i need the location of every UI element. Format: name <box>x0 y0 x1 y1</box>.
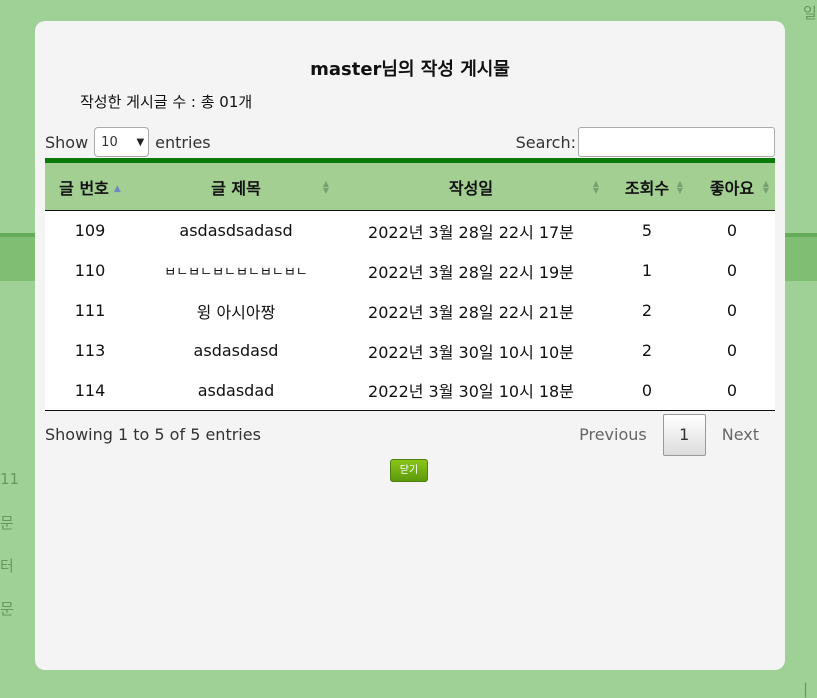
cell-date: 2022년 3월 30일 10시 10분 <box>337 330 605 371</box>
cell-number: 110 <box>45 250 135 291</box>
entries-per-page-value: 10 <box>101 134 118 150</box>
cell-views: 1 <box>605 250 689 291</box>
cell-views: 2 <box>605 330 689 371</box>
cell-date: 2022년 3월 28일 22시 21분 <box>337 290 605 331</box>
column-header-date[interactable]: 작성일 ▲ ▼ <box>337 158 605 211</box>
column-header-likes[interactable]: 좋아요 ▲ ▼ <box>689 158 775 211</box>
posts-modal: master님의 작성 게시물 작성한 게시글 수 : 총 01개 Show 1… <box>35 21 785 670</box>
cell-title: asdasdad <box>135 370 337 411</box>
sort-both-icon: ▲ ▼ <box>322 178 329 195</box>
search-label: Search: <box>515 132 576 152</box>
length-control: Show 10 ▼ entries <box>45 127 211 157</box>
search-input[interactable] <box>578 127 775 157</box>
column-header-views[interactable]: 조회수 ▲ ▼ <box>605 158 689 211</box>
cell-number: 113 <box>45 330 135 371</box>
show-label: Show <box>45 132 89 152</box>
search-control: Search: <box>516 127 775 157</box>
pagination: Previous 1 Next <box>563 414 775 456</box>
cell-likes: 0 <box>689 210 775 251</box>
chevron-down-icon: ▼ <box>136 136 145 148</box>
cell-title: asdasdsadasd <box>135 210 337 251</box>
sort-asc-icon: ▲ <box>113 183 121 194</box>
entries-label: entries <box>155 132 211 152</box>
cell-date: 2022년 3월 30일 10시 18분 <box>337 370 605 411</box>
cell-likes: 0 <box>689 330 775 371</box>
cell-date: 2022년 3월 28일 22시 19분 <box>337 250 605 291</box>
sort-both-icon: ▲ ▼ <box>592 178 599 195</box>
cell-title: 윙 아시아짱 <box>135 290 337 331</box>
sort-both-icon: ▲ ▼ <box>762 178 769 195</box>
modal-title: master님의 작성 게시물 <box>310 59 510 80</box>
column-header-number[interactable]: 글 번호 ▲ <box>45 158 135 211</box>
cell-title: asdasdasd <box>135 330 337 371</box>
cell-likes: 0 <box>689 370 775 411</box>
post-count: 작성한 게시글 수 : 총 01개 <box>80 93 253 111</box>
cell-number: 114 <box>45 370 135 411</box>
cell-likes: 0 <box>689 290 775 331</box>
table-row[interactable]: 114 asdasdad 2022년 3월 30일 10시 18분 0 0 <box>45 370 775 411</box>
page-button-current[interactable]: 1 <box>662 414 706 456</box>
table-row[interactable]: 111 윙 아시아짱 2022년 3월 28일 22시 21분 2 0 <box>45 290 775 331</box>
table-row[interactable]: 109 asdasdsadasd 2022년 3월 28일 22시 17분 5 … <box>45 210 775 251</box>
cell-likes: 0 <box>689 250 775 291</box>
cell-views: 5 <box>605 210 689 251</box>
table-row[interactable]: 113 asdasdasd 2022년 3월 30일 10시 10분 2 0 <box>45 330 775 371</box>
next-page-button[interactable]: Next <box>706 414 775 456</box>
column-header-title[interactable]: 글 제목 ▲ ▼ <box>135 158 337 211</box>
table-info: Showing 1 to 5 of 5 entries <box>45 425 261 444</box>
cell-number: 111 <box>45 290 135 331</box>
table-row[interactable]: 110 ㅂㄴㅂㄴㅂㄴㅂㄴㅂㄴㅂㄴ 2022년 3월 28일 22시 19분 1 … <box>45 250 775 291</box>
close-button[interactable]: 닫기 <box>390 459 428 482</box>
cell-number: 109 <box>45 210 135 251</box>
cell-views: 0 <box>605 370 689 411</box>
cell-views: 2 <box>605 290 689 331</box>
table-header-row: 글 번호 ▲ 글 제목 ▲ ▼ 작성일 ▲ ▼ 조회수 ▲ ▼ 좋아요 ▲ ▼ <box>45 158 775 211</box>
cell-title: ㅂㄴㅂㄴㅂㄴㅂㄴㅂㄴㅂㄴ <box>135 250 337 291</box>
previous-page-button[interactable]: Previous <box>563 414 663 456</box>
cell-date: 2022년 3월 28일 22시 17분 <box>337 210 605 251</box>
posts-table-wrap: 글 번호 ▲ 글 제목 ▲ ▼ 작성일 ▲ ▼ 조회수 ▲ ▼ 좋아요 ▲ ▼ … <box>45 158 775 411</box>
sort-both-icon: ▲ ▼ <box>676 178 683 195</box>
entries-per-page-select[interactable]: 10 ▼ <box>94 127 150 157</box>
posts-table: 글 번호 ▲ 글 제목 ▲ ▼ 작성일 ▲ ▼ 조회수 ▲ ▼ 좋아요 ▲ ▼ … <box>45 158 775 411</box>
